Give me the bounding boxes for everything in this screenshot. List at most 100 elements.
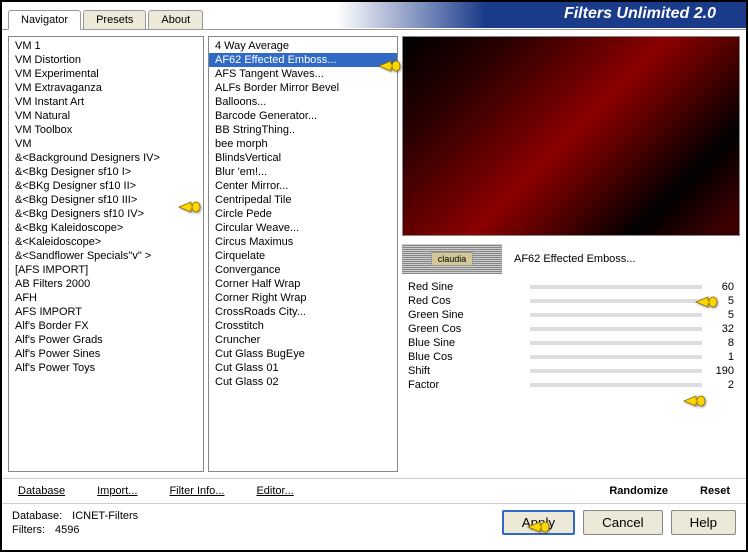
reset-menu[interactable]: Reset bbox=[694, 483, 736, 499]
list-item[interactable]: AFH bbox=[9, 291, 203, 305]
param-label: Red Sine bbox=[402, 281, 522, 293]
list-item[interactable]: VM 1 bbox=[9, 39, 203, 53]
param-slider[interactable] bbox=[530, 299, 702, 303]
param-row: Green Cos32 bbox=[402, 322, 740, 336]
param-label: Green Cos bbox=[402, 323, 522, 335]
tab-presets[interactable]: Presets bbox=[83, 10, 146, 29]
list-item[interactable]: Corner Half Wrap bbox=[209, 277, 397, 291]
list-item[interactable]: VM Instant Art bbox=[9, 95, 203, 109]
cancel-button[interactable]: Cancel bbox=[583, 510, 663, 535]
list-item[interactable]: Alf's Border FX bbox=[9, 319, 203, 333]
param-row: Blue Cos1 bbox=[402, 350, 740, 364]
list-item[interactable]: Barcode Generator... bbox=[209, 109, 397, 123]
list-item[interactable]: Cirquelate bbox=[209, 249, 397, 263]
database-value: ICNET-Filters bbox=[72, 510, 138, 522]
decor-label: claudia bbox=[431, 252, 474, 266]
list-item[interactable]: Alf's Power Toys bbox=[9, 361, 203, 375]
pointer-hand-icon bbox=[682, 392, 706, 410]
list-item[interactable]: Cut Glass 02 bbox=[209, 375, 397, 389]
pointer-hand-icon bbox=[694, 293, 718, 311]
list-item[interactable]: VM Extravaganza bbox=[9, 81, 203, 95]
footer-info: Database: ICNET-Filters Filters: 4596 bbox=[12, 510, 138, 536]
filters-label: Filters: bbox=[12, 524, 45, 536]
list-item[interactable]: &<Bkg Designers sf10 IV> bbox=[9, 207, 203, 221]
param-slider[interactable] bbox=[530, 383, 702, 387]
list-item[interactable]: Corner Right Wrap bbox=[209, 291, 397, 305]
param-label: Green Sine bbox=[402, 309, 522, 321]
param-row: Blue Sine8 bbox=[402, 336, 740, 350]
list-item[interactable]: BlindsVertical bbox=[209, 151, 397, 165]
param-slider[interactable] bbox=[530, 285, 702, 289]
param-label: Blue Cos bbox=[402, 351, 522, 363]
list-item[interactable]: Alf's Power Grads bbox=[9, 333, 203, 347]
list-item[interactable]: &<Bkg Kaleidoscope> bbox=[9, 221, 203, 235]
list-item[interactable]: &<Bkg Designer sf10 III> bbox=[9, 193, 203, 207]
list-item[interactable]: AB Filters 2000 bbox=[9, 277, 203, 291]
list-item[interactable]: Crosstitch bbox=[209, 319, 397, 333]
pointer-hand-icon bbox=[526, 518, 550, 536]
filter-info-menu[interactable]: Filter Info... bbox=[163, 483, 230, 499]
list-item[interactable]: VM bbox=[9, 137, 203, 151]
list-item[interactable]: CrossRoads City... bbox=[209, 305, 397, 319]
list-item[interactable]: Circular Weave... bbox=[209, 221, 397, 235]
param-label: Shift bbox=[402, 365, 522, 377]
list-item[interactable]: VM Toolbox bbox=[9, 123, 203, 137]
param-value: 60 bbox=[710, 281, 740, 293]
list-item[interactable]: Balloons... bbox=[209, 95, 397, 109]
param-slider[interactable] bbox=[530, 355, 702, 359]
list-item[interactable]: &<Sandflower Specials"v" > bbox=[9, 249, 203, 263]
list-item[interactable]: &<Bkg Designer sf10 I> bbox=[9, 165, 203, 179]
import-menu[interactable]: Import... bbox=[91, 483, 143, 499]
list-item[interactable]: Blur 'em!... bbox=[209, 165, 397, 179]
list-item[interactable]: bee morph bbox=[209, 137, 397, 151]
pointer-hand-icon bbox=[377, 57, 401, 75]
list-item[interactable]: VM Distortion bbox=[9, 53, 203, 67]
list-item[interactable]: 4 Way Average bbox=[209, 39, 397, 53]
param-slider[interactable] bbox=[530, 369, 702, 373]
list-item[interactable]: AFS IMPORT bbox=[9, 305, 203, 319]
param-slider[interactable] bbox=[530, 327, 702, 331]
list-item[interactable]: Circus Maximus bbox=[209, 235, 397, 249]
param-slider[interactable] bbox=[530, 341, 702, 345]
list-item[interactable]: Centripedal Tile bbox=[209, 193, 397, 207]
param-slider[interactable] bbox=[530, 313, 702, 317]
filter-name-row: claudia AF62 Effected Emboss... bbox=[402, 242, 740, 276]
param-label: Red Cos bbox=[402, 295, 522, 307]
database-menu[interactable]: Database bbox=[12, 483, 71, 499]
footer-bar: Database: ICNET-Filters Filters: 4596 Ap… bbox=[2, 503, 746, 542]
list-item[interactable]: Cruncher bbox=[209, 333, 397, 347]
list-item[interactable]: &<Kaleidoscope> bbox=[9, 235, 203, 249]
help-button[interactable]: Help bbox=[671, 510, 736, 535]
param-row: Red Cos5 bbox=[402, 294, 740, 308]
list-item[interactable]: VM Natural bbox=[9, 109, 203, 123]
param-label: Factor bbox=[402, 379, 522, 391]
list-item[interactable]: Alf's Power Sines bbox=[9, 347, 203, 361]
list-item[interactable]: [AFS IMPORT] bbox=[9, 263, 203, 277]
filter-list[interactable]: 4 Way AverageAF62 Effected Emboss...AFS … bbox=[208, 36, 398, 472]
randomize-menu[interactable]: Randomize bbox=[603, 483, 674, 499]
param-row: Green Sine5 bbox=[402, 308, 740, 322]
editor-menu[interactable]: Editor... bbox=[250, 483, 299, 499]
filters-value: 4596 bbox=[55, 524, 79, 536]
param-row: Shift190 bbox=[402, 364, 740, 378]
main-area: VM 1VM DistortionVM ExperimentalVM Extra… bbox=[2, 30, 746, 478]
list-item[interactable]: AF62 Effected Emboss... bbox=[209, 53, 397, 67]
tab-navigator[interactable]: Navigator bbox=[8, 10, 81, 30]
category-list[interactable]: VM 1VM DistortionVM ExperimentalVM Extra… bbox=[8, 36, 204, 472]
list-item[interactable]: ALFs Border Mirror Bevel bbox=[209, 81, 397, 95]
database-label: Database: bbox=[12, 510, 62, 522]
list-item[interactable]: &<Background Designers IV> bbox=[9, 151, 203, 165]
pointer-hand-icon bbox=[177, 198, 201, 216]
list-item[interactable]: &<BKg Designer sf10 II> bbox=[9, 179, 203, 193]
list-item[interactable]: Convergance bbox=[209, 263, 397, 277]
tab-about[interactable]: About bbox=[148, 10, 203, 29]
list-item[interactable]: BB StringThing.. bbox=[209, 123, 397, 137]
list-item[interactable]: VM Experimental bbox=[9, 67, 203, 81]
list-item[interactable]: Cut Glass BugEye bbox=[209, 347, 397, 361]
list-item[interactable]: Circle Pede bbox=[209, 207, 397, 221]
preview-image bbox=[402, 36, 740, 236]
list-item[interactable]: Cut Glass 01 bbox=[209, 361, 397, 375]
bottom-menu-bar: Database Import... Filter Info... Editor… bbox=[2, 478, 746, 503]
list-item[interactable]: Center Mirror... bbox=[209, 179, 397, 193]
list-item[interactable]: AFS Tangent Waves... bbox=[209, 67, 397, 81]
